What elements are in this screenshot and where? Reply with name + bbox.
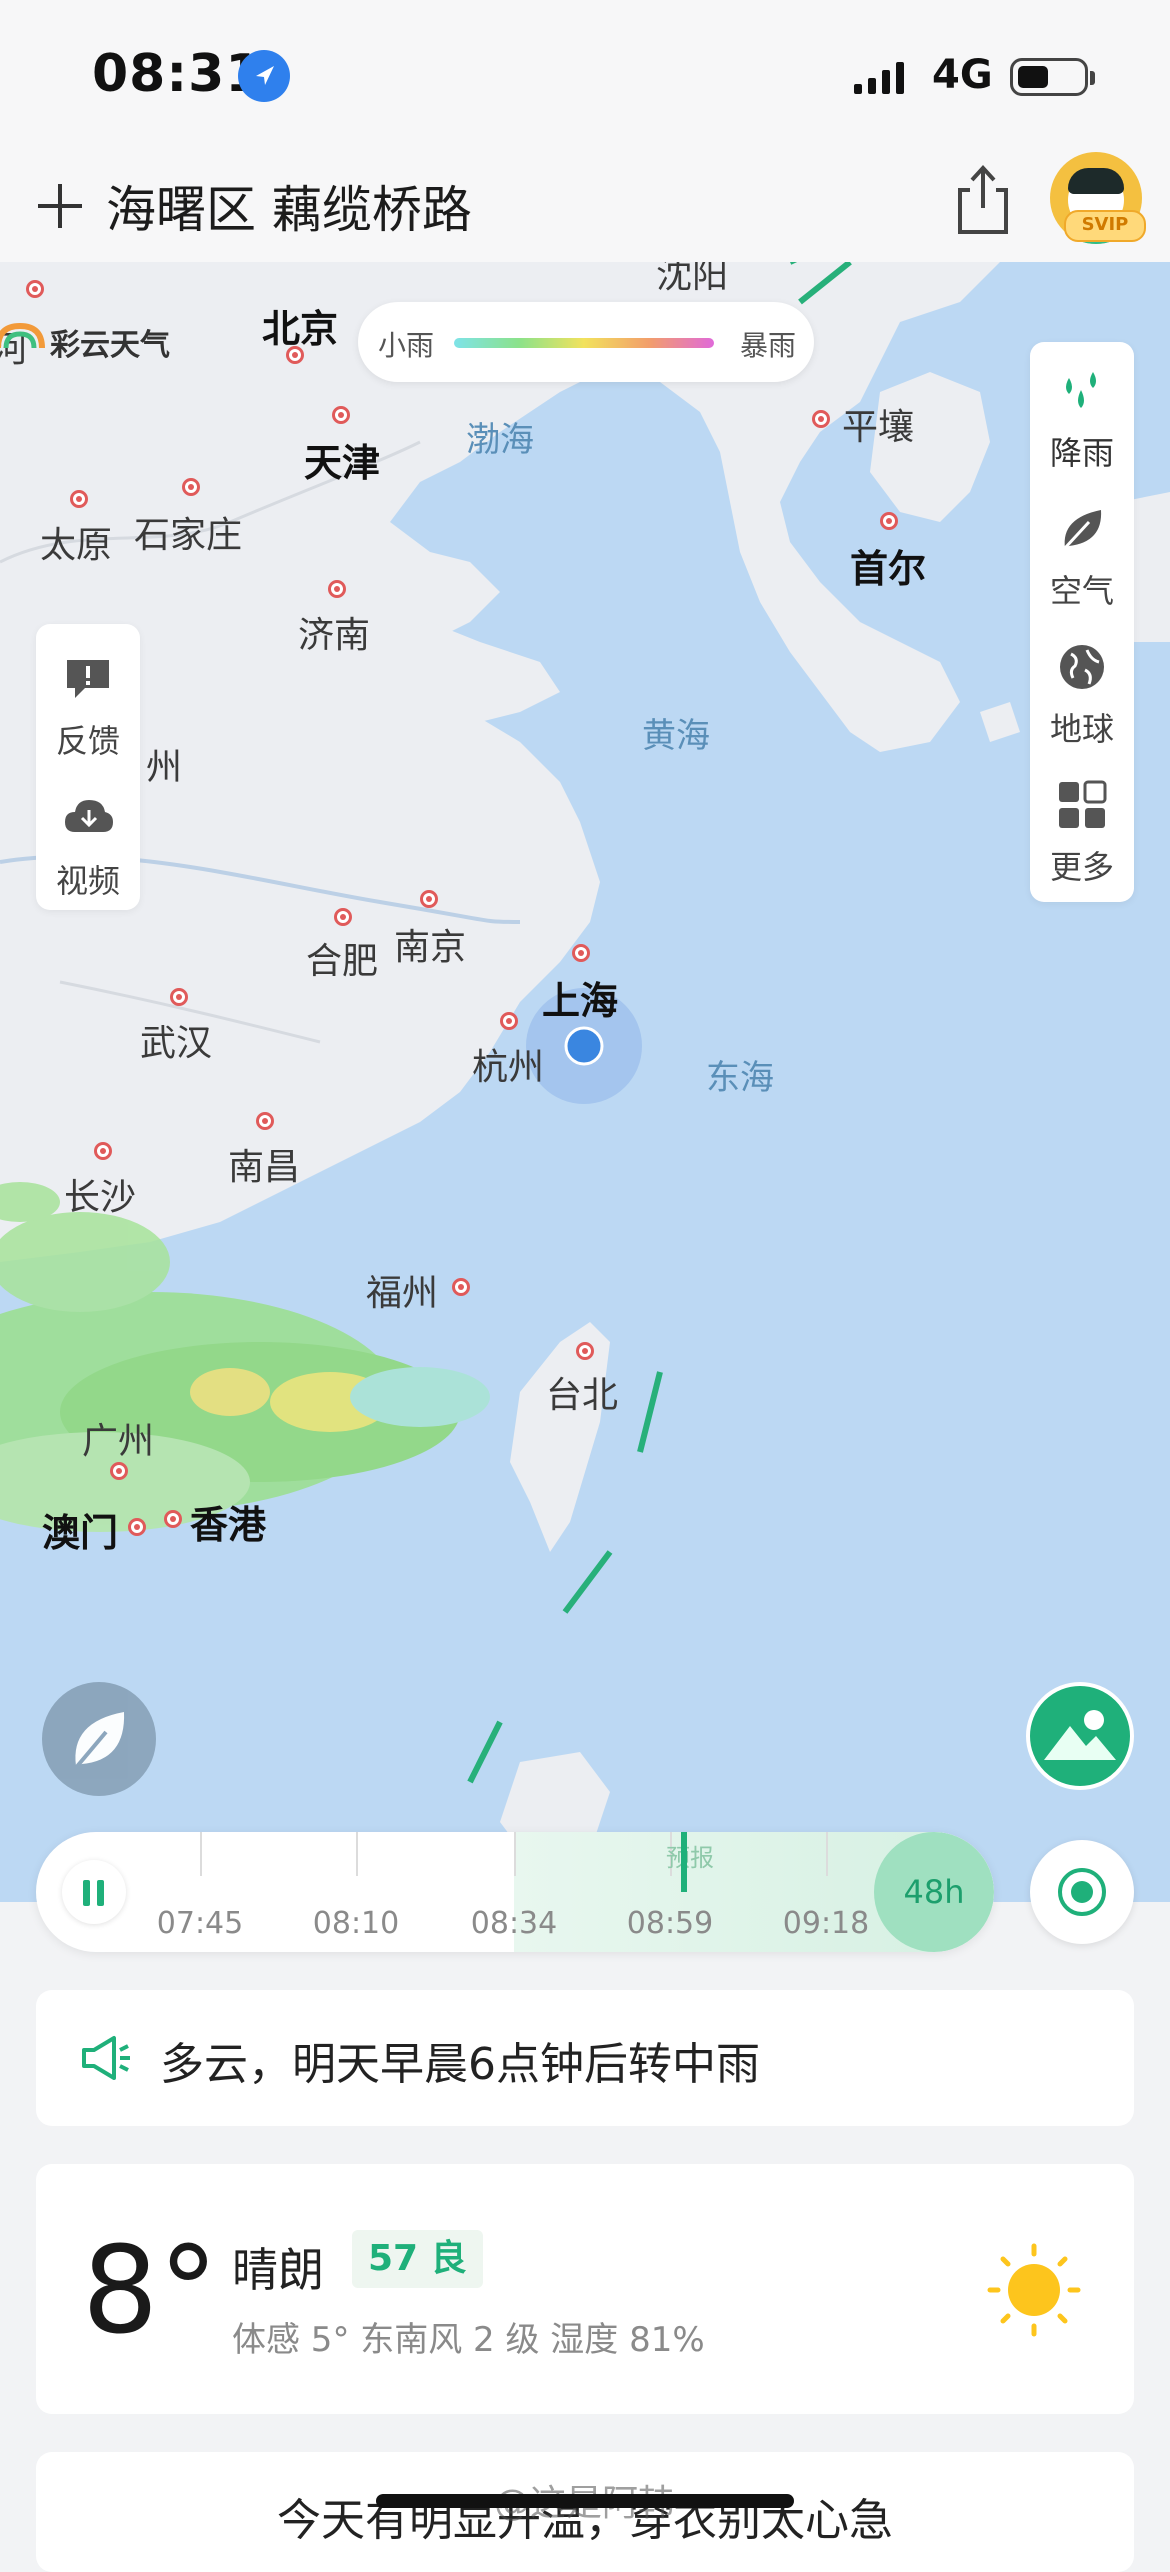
header: 海曙区 藕缆桥路 xyxy=(0,150,1170,262)
rain-layer-label: 降雨 xyxy=(1049,434,1114,472)
mountain-icon xyxy=(1044,1710,1116,1760)
alert-text: 多云，明天早晨6点钟后转中雨 xyxy=(160,2039,760,2090)
sea-label: 黄海 xyxy=(642,716,710,756)
city-label: 澳门 xyxy=(42,1511,119,1555)
aqi-badge[interactable]: 57 良 xyxy=(352,2230,483,2288)
more-icon xyxy=(1059,780,1107,828)
more-layer-button[interactable]: 更多 xyxy=(1030,778,1134,888)
legend-gradient xyxy=(454,338,714,348)
home-indicator[interactable] xyxy=(376,2494,794,2508)
city-label: 沈阳 xyxy=(656,262,729,296)
pause-button[interactable] xyxy=(62,1860,126,1924)
rain-icon xyxy=(1066,372,1096,408)
left-tool-panel: 反馈 视频 xyxy=(36,624,140,910)
city-label: 福州 xyxy=(366,1273,439,1314)
city-label: 南昌 xyxy=(228,1147,301,1188)
sea-label: 渤海 xyxy=(466,420,534,460)
locate-button[interactable] xyxy=(1030,1840,1134,1944)
air-quality-fab[interactable] xyxy=(42,1682,156,1796)
sea-label: 东海 xyxy=(706,1058,774,1098)
sunny-icon xyxy=(987,2243,1081,2337)
city-label: 南京 xyxy=(394,927,467,968)
add-location-icon[interactable] xyxy=(32,178,88,234)
radar-timeline[interactable]: 07:45 08:10 08:34 08:59 09:18 预报 48h xyxy=(36,1832,994,1952)
city-label: 首尔 xyxy=(850,547,927,591)
landscape-fab[interactable] xyxy=(1026,1682,1134,1790)
air-icon xyxy=(1063,510,1102,550)
city-label: 杭州 xyxy=(472,1047,545,1088)
globe-layer-label: 地球 xyxy=(1049,710,1114,748)
legend-min-label: 小雨 xyxy=(378,329,435,362)
legend-max-label: 暴雨 xyxy=(740,329,797,362)
share-icon[interactable] xyxy=(950,162,1016,238)
right-layer-panel: 降雨 空气 地球 更多 xyxy=(1030,342,1134,902)
city-label: 香港 xyxy=(190,1503,267,1547)
location-title[interactable]: 海曙区 藕缆桥路 xyxy=(106,170,472,242)
city-label: 平壤 xyxy=(842,407,915,448)
video-button[interactable]: 视频 xyxy=(36,792,140,902)
weather-condition: 晴朗 xyxy=(232,2243,324,2297)
battery-icon xyxy=(1010,58,1095,96)
video-icon xyxy=(65,800,113,832)
more-layer-label: 更多 xyxy=(1049,848,1114,886)
timeline-scrubber[interactable] xyxy=(681,1832,687,1892)
city-label: 北京 xyxy=(262,307,339,351)
globe-layer-button[interactable]: 地球 xyxy=(1030,640,1134,750)
city-label: 太原 xyxy=(40,525,113,566)
city-label: 台北 xyxy=(546,1375,619,1416)
radar-map[interactable]: 北京 天津 太原 石家庄 济南 平壤 首尔 合肥 南京 上海 杭州 武汉 南昌 … xyxy=(0,262,1170,1902)
air-layer-button[interactable]: 空气 xyxy=(1030,502,1134,612)
city-label: 合肥 xyxy=(306,941,379,982)
feedback-button[interactable]: 反馈 xyxy=(36,652,140,762)
feedback-icon xyxy=(67,660,109,698)
timeline-time: 07:45 xyxy=(156,1906,244,1941)
svip-badge: SVIP xyxy=(1064,210,1146,242)
city-label: 石家庄 xyxy=(134,515,243,556)
target-icon xyxy=(1058,1868,1106,1916)
video-label: 视频 xyxy=(55,862,120,900)
caiyun-logo-icon xyxy=(0,322,45,349)
current-temperature: 8° xyxy=(82,2222,219,2361)
signal-icon xyxy=(854,62,904,94)
city-label: 长沙 xyxy=(64,1177,137,1218)
city-label: 上海 xyxy=(542,979,619,1023)
timeline-time: 09:18 xyxy=(782,1906,870,1941)
brand-label: 彩云天气 xyxy=(50,328,170,363)
megaphone-icon xyxy=(82,2036,130,2080)
air-layer-label: 空气 xyxy=(1049,572,1114,610)
location-arrow-icon xyxy=(238,50,290,102)
forecast-alert-card[interactable]: 多云，明天早晨6点钟后转中雨 xyxy=(36,1990,1134,2126)
status-bar: 08:31 4G xyxy=(0,0,1170,150)
feedback-label: 反馈 xyxy=(55,722,120,760)
city-label: 济南 xyxy=(298,615,371,656)
city-label: 武汉 xyxy=(140,1023,213,1064)
globe-icon xyxy=(1060,645,1104,689)
precipitation-legend: 小雨 暴雨 xyxy=(358,302,814,382)
city-label: 天津 xyxy=(304,441,381,485)
status-time: 08:31 xyxy=(92,44,263,104)
weather-details: 体感 5° 东南风 2 级 湿度 81% xyxy=(232,2320,705,2360)
network-type: 4G xyxy=(932,52,993,98)
timeline-time: 08:34 xyxy=(470,1906,558,1941)
timeline-time: 08:10 xyxy=(312,1906,400,1941)
forecast-label: 预报 xyxy=(666,1844,714,1872)
city-label: 州 xyxy=(146,747,183,788)
leaf-icon xyxy=(72,1712,125,1772)
timeline-time: 08:59 xyxy=(626,1906,714,1941)
range-48h-button[interactable]: 48h xyxy=(874,1832,994,1952)
city-label: 广州 xyxy=(82,1421,155,1462)
current-weather-card[interactable]: 8° 晴朗 57 良 体感 5° 东南风 2 级 湿度 81% xyxy=(36,2164,1134,2414)
rain-layer-button[interactable]: 降雨 xyxy=(1030,364,1134,474)
